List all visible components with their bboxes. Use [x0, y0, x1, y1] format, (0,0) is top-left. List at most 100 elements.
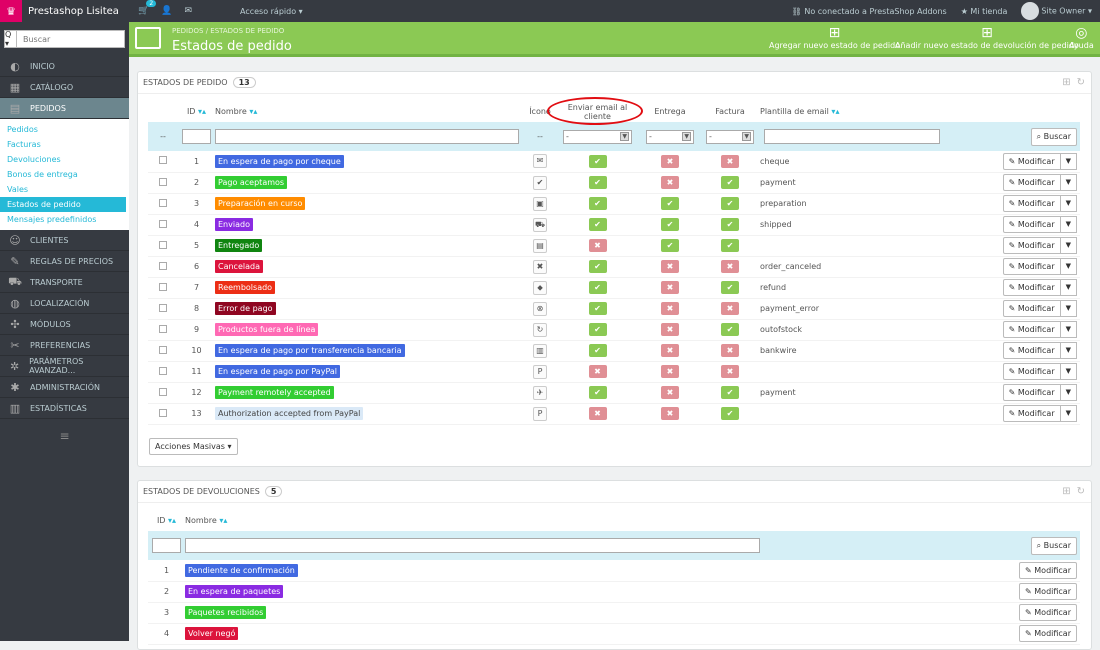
filter-invoice-select[interactable]: - ▼ [706, 129, 754, 144]
check-icon[interactable]: ✔ [588, 323, 607, 336]
check-icon[interactable]: ✔ [588, 197, 607, 210]
cross-icon[interactable]: ✖ [661, 302, 679, 315]
table-row[interactable]: 8 Error de pago ⊗ ✔ ✖ ✖ payment_error ✎ Modific… [148, 298, 1080, 320]
add-return-state-button[interactable]: ⊞ Añadir nuevo estado de devolución de pe… [895, 25, 1079, 50]
check-icon[interactable]: ✔ [588, 281, 607, 294]
cross-icon[interactable]: ✖ [661, 154, 679, 168]
cross-icon[interactable]: ✖ [721, 344, 739, 357]
submenu-item[interactable]: Bonos de entrega [0, 167, 129, 182]
chevron-down-icon[interactable]: ▼ [1060, 216, 1077, 233]
row-checkbox[interactable] [159, 303, 167, 312]
sort-icon[interactable]: ▾▴ [249, 107, 257, 116]
cross-icon[interactable]: ✖ [661, 323, 679, 336]
modify-button[interactable]: ✎ Modificar [1002, 216, 1061, 233]
modify-button[interactable]: ✎ Modificar [1002, 342, 1061, 359]
check-icon[interactable]: ✔ [661, 218, 679, 231]
sidebar-item-truck[interactable]: ⛟ TRANSPORTE [0, 272, 129, 293]
chevron-down-icon[interactable]: ▼ [1060, 237, 1077, 254]
user-menu[interactable]: Site Owner ▾ [1021, 2, 1092, 20]
sort-icon[interactable]: ▾▴ [219, 516, 227, 525]
col-name[interactable]: Nombre ▾▴ [185, 510, 760, 531]
chevron-down-icon[interactable]: ▼ [1060, 384, 1077, 401]
row-checkbox[interactable] [159, 177, 167, 186]
search-type-button[interactable]: Q ▾ [4, 30, 17, 48]
modify-button[interactable]: ✎ Modificar [1002, 258, 1061, 275]
shop-name[interactable]: Prestashop Lisitea [28, 6, 126, 17]
table-row[interactable]: 13 Authorization accepted from PayPal P ✖ ✖ ✔… [148, 403, 1080, 425]
sidebar-item-puzzle[interactable]: ✣ MÓDULOS [0, 314, 129, 335]
sidebar-item-cog[interactable]: ✱ ADMINISTRACIÓN [0, 377, 129, 398]
refresh-icon[interactable]: ↻ [1077, 486, 1085, 497]
cross-icon[interactable]: ✖ [661, 344, 679, 357]
check-icon[interactable]: ✔ [721, 176, 739, 189]
cart-icon[interactable]: 🛒 2 [138, 0, 157, 16]
modify-button[interactable]: ✎ Modificar [1019, 625, 1077, 642]
table-row[interactable]: 1 En espera de pago por cheque ✉ ✔ ✖ ✖ cheque ✎… [148, 151, 1080, 173]
cross-icon[interactable]: ✖ [721, 302, 739, 315]
check-icon[interactable]: ✔ [588, 154, 607, 168]
sidebar-item-globe[interactable]: ◍ LOCALIZACIÓN [0, 293, 129, 314]
table-row[interactable]: 9 Productos fuera de línea ↻ ✔ ✖ ✔ outofstock ✎… [148, 319, 1080, 341]
sort-icon[interactable]: ▾▴ [168, 516, 176, 525]
table-row[interactable]: 1 Pendiente de confirmación ✎ Modificar [148, 560, 1080, 582]
modify-button[interactable]: ✎ Modificar [1002, 152, 1061, 170]
row-checkbox[interactable] [159, 219, 167, 228]
check-icon[interactable]: ✔ [721, 386, 739, 399]
chevron-down-icon[interactable]: ▼ [1060, 258, 1077, 275]
sidebar-item-orders[interactable]: ▤ PEDIDOS [0, 98, 129, 119]
cross-icon[interactable]: ✖ [661, 407, 679, 420]
add-icon[interactable]: ⊞ [1062, 77, 1070, 88]
col-id[interactable]: ID ▾▴ [178, 101, 215, 122]
submenu-item[interactable]: Pedidos [0, 122, 129, 137]
cross-icon[interactable]: ✖ [721, 154, 739, 168]
breadcrumb-order-states[interactable]: ESTADOS DE PEDIDO [210, 27, 284, 35]
table-row[interactable]: 5 Entregado ▤ ✖ ✔ ✔ ✎ Modificar ▼ [148, 235, 1080, 257]
check-icon[interactable]: ✔ [721, 323, 739, 336]
collapse-menu-icon[interactable]: ≡ [0, 429, 129, 443]
chevron-down-icon[interactable]: ▼ [1060, 174, 1077, 191]
check-icon[interactable]: ✔ [721, 239, 739, 252]
submenu-item[interactable]: Facturas [0, 137, 129, 152]
modify-button[interactable]: ✎ Modificar [1019, 561, 1077, 579]
cross-icon[interactable]: ✖ [721, 365, 739, 378]
addons-link[interactable]: ⛓ No conectado a PrestaShop Addons [792, 7, 947, 16]
table-row[interactable]: 3 Paquetes recibidos ✎ Modificar [148, 602, 1080, 624]
row-checkbox[interactable] [159, 366, 167, 375]
breadcrumb-orders[interactable]: PEDIDOS [172, 27, 203, 35]
sidebar-item-dashboard[interactable]: ◐ INICIO [0, 56, 129, 77]
row-checkbox[interactable] [159, 156, 167, 165]
check-icon[interactable]: ✔ [721, 281, 739, 294]
row-checkbox[interactable] [159, 261, 167, 270]
modify-button[interactable]: ✎ Modificar [1002, 174, 1061, 191]
cross-icon[interactable]: ✖ [661, 281, 679, 294]
row-checkbox[interactable] [159, 324, 167, 333]
modify-button[interactable]: ✎ Modificar [1019, 583, 1077, 600]
check-icon[interactable]: ✔ [588, 176, 607, 189]
chevron-down-icon[interactable]: ▼ [1060, 300, 1077, 317]
check-icon[interactable]: ✔ [588, 218, 607, 231]
refresh-icon[interactable]: ↻ [1077, 77, 1085, 88]
row-checkbox[interactable] [159, 240, 167, 249]
cross-icon[interactable]: ✖ [588, 239, 607, 252]
chevron-down-icon[interactable]: ▼ [1060, 342, 1077, 359]
table-row[interactable]: 6 Cancelada ✖ ✔ ✖ ✖ order_canceled ✎ Modificar ▼ [148, 256, 1080, 278]
cross-icon[interactable]: ✖ [661, 386, 679, 399]
modify-button[interactable]: ✎ Modificar [1019, 604, 1077, 621]
modify-button[interactable]: ✎ Modificar [1002, 384, 1061, 401]
search-input[interactable] [17, 30, 125, 48]
sidebar-item-price-rules[interactable]: ✎ REGLAS DE PRECIOS [0, 251, 129, 272]
cross-icon[interactable]: ✖ [588, 365, 607, 378]
check-icon[interactable]: ✔ [588, 260, 607, 273]
help-button[interactable]: ◎ Ayuda [1069, 25, 1094, 50]
chevron-down-icon[interactable]: ▼ [1060, 321, 1077, 338]
table-row[interactable]: 11 En espera de pago por PayPal P ✖ ✖ ✖ ✎ Modi… [148, 361, 1080, 383]
row-checkbox[interactable] [159, 408, 167, 417]
modify-button[interactable]: ✎ Modificar [1002, 237, 1061, 254]
check-icon[interactable]: ✔ [588, 344, 607, 357]
message-icon[interactable]: ✉ [184, 6, 192, 16]
col-id[interactable]: ID ▾▴ [148, 510, 185, 531]
check-icon[interactable]: ✔ [588, 302, 607, 315]
submenu-item[interactable]: Estados de pedido [0, 197, 126, 212]
modify-button[interactable]: ✎ Modificar [1002, 363, 1061, 380]
chevron-down-icon[interactable]: ▼ [1060, 152, 1077, 170]
